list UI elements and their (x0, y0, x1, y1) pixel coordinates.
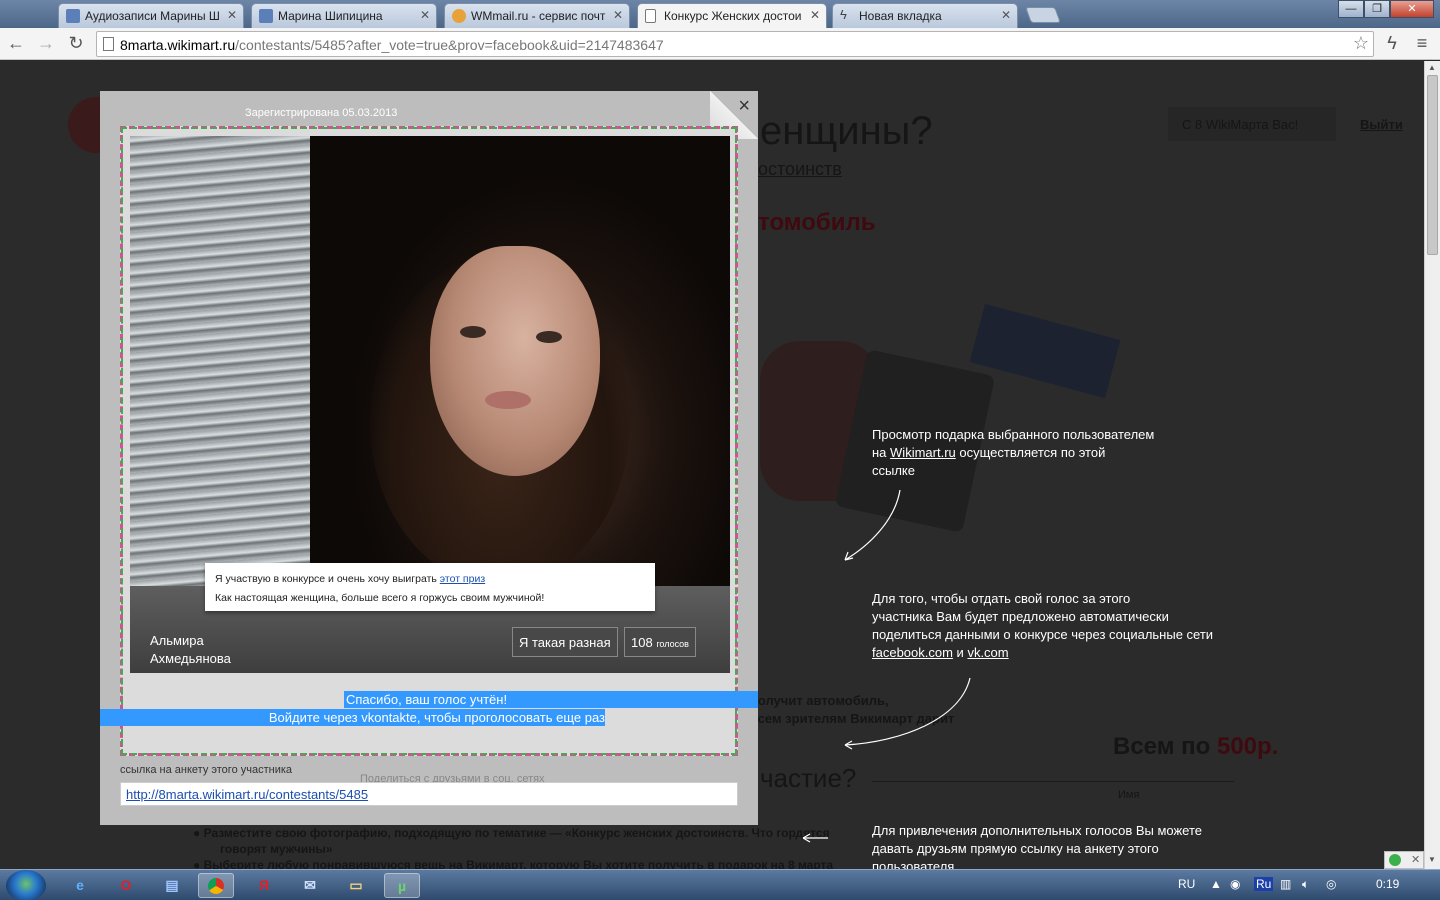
tray-expand-icon[interactable]: ▲ (1210, 877, 1222, 891)
volume-icon[interactable]: 🔈︎ (1302, 877, 1309, 892)
notification-badge[interactable]: ✕ (1384, 851, 1424, 869)
close-icon[interactable]: ✕ (1411, 853, 1420, 866)
yandex-icon[interactable]: Я (246, 873, 282, 898)
tab-label: Конкурс Женских достои (664, 9, 802, 23)
ie-icon[interactable]: e (62, 873, 98, 898)
opera-icon[interactable]: O (108, 873, 144, 898)
language-indicator[interactable]: RU (1178, 877, 1195, 891)
tab-contest[interactable]: Конкурс Женских достои ✕ (637, 3, 827, 28)
page-icon (645, 9, 656, 23)
taskbar: e O ▤ Я ✉ ▭ µ RU ▲ ◉ Ru ▥ 🔈︎ ◎ 0:19 (0, 869, 1440, 900)
chrome-icon[interactable] (198, 873, 234, 898)
clock[interactable]: 0:19 (1376, 877, 1399, 891)
arrow-gift (844, 489, 901, 561)
mail-icon[interactable]: ✉ (292, 873, 328, 898)
tooltip-arrows (802, 489, 971, 843)
shield-icon (1389, 854, 1401, 866)
tray-update-icon[interactable]: ◉ (1230, 877, 1240, 891)
tray-ru-icon[interactable]: Ru (1254, 877, 1274, 891)
tray-app-icon[interactable]: ◎ (1326, 877, 1336, 891)
network-icon[interactable]: ▥ (1280, 877, 1291, 891)
arrow-vote (844, 677, 971, 746)
folder-icon[interactable]: ▭ (338, 873, 374, 898)
utorrent-icon[interactable]: µ (384, 873, 420, 898)
chrome-logo (208, 878, 224, 894)
start-button[interactable] (6, 870, 46, 900)
close-icon[interactable]: ✕ (810, 8, 820, 22)
save-icon[interactable]: ▤ (154, 873, 190, 898)
